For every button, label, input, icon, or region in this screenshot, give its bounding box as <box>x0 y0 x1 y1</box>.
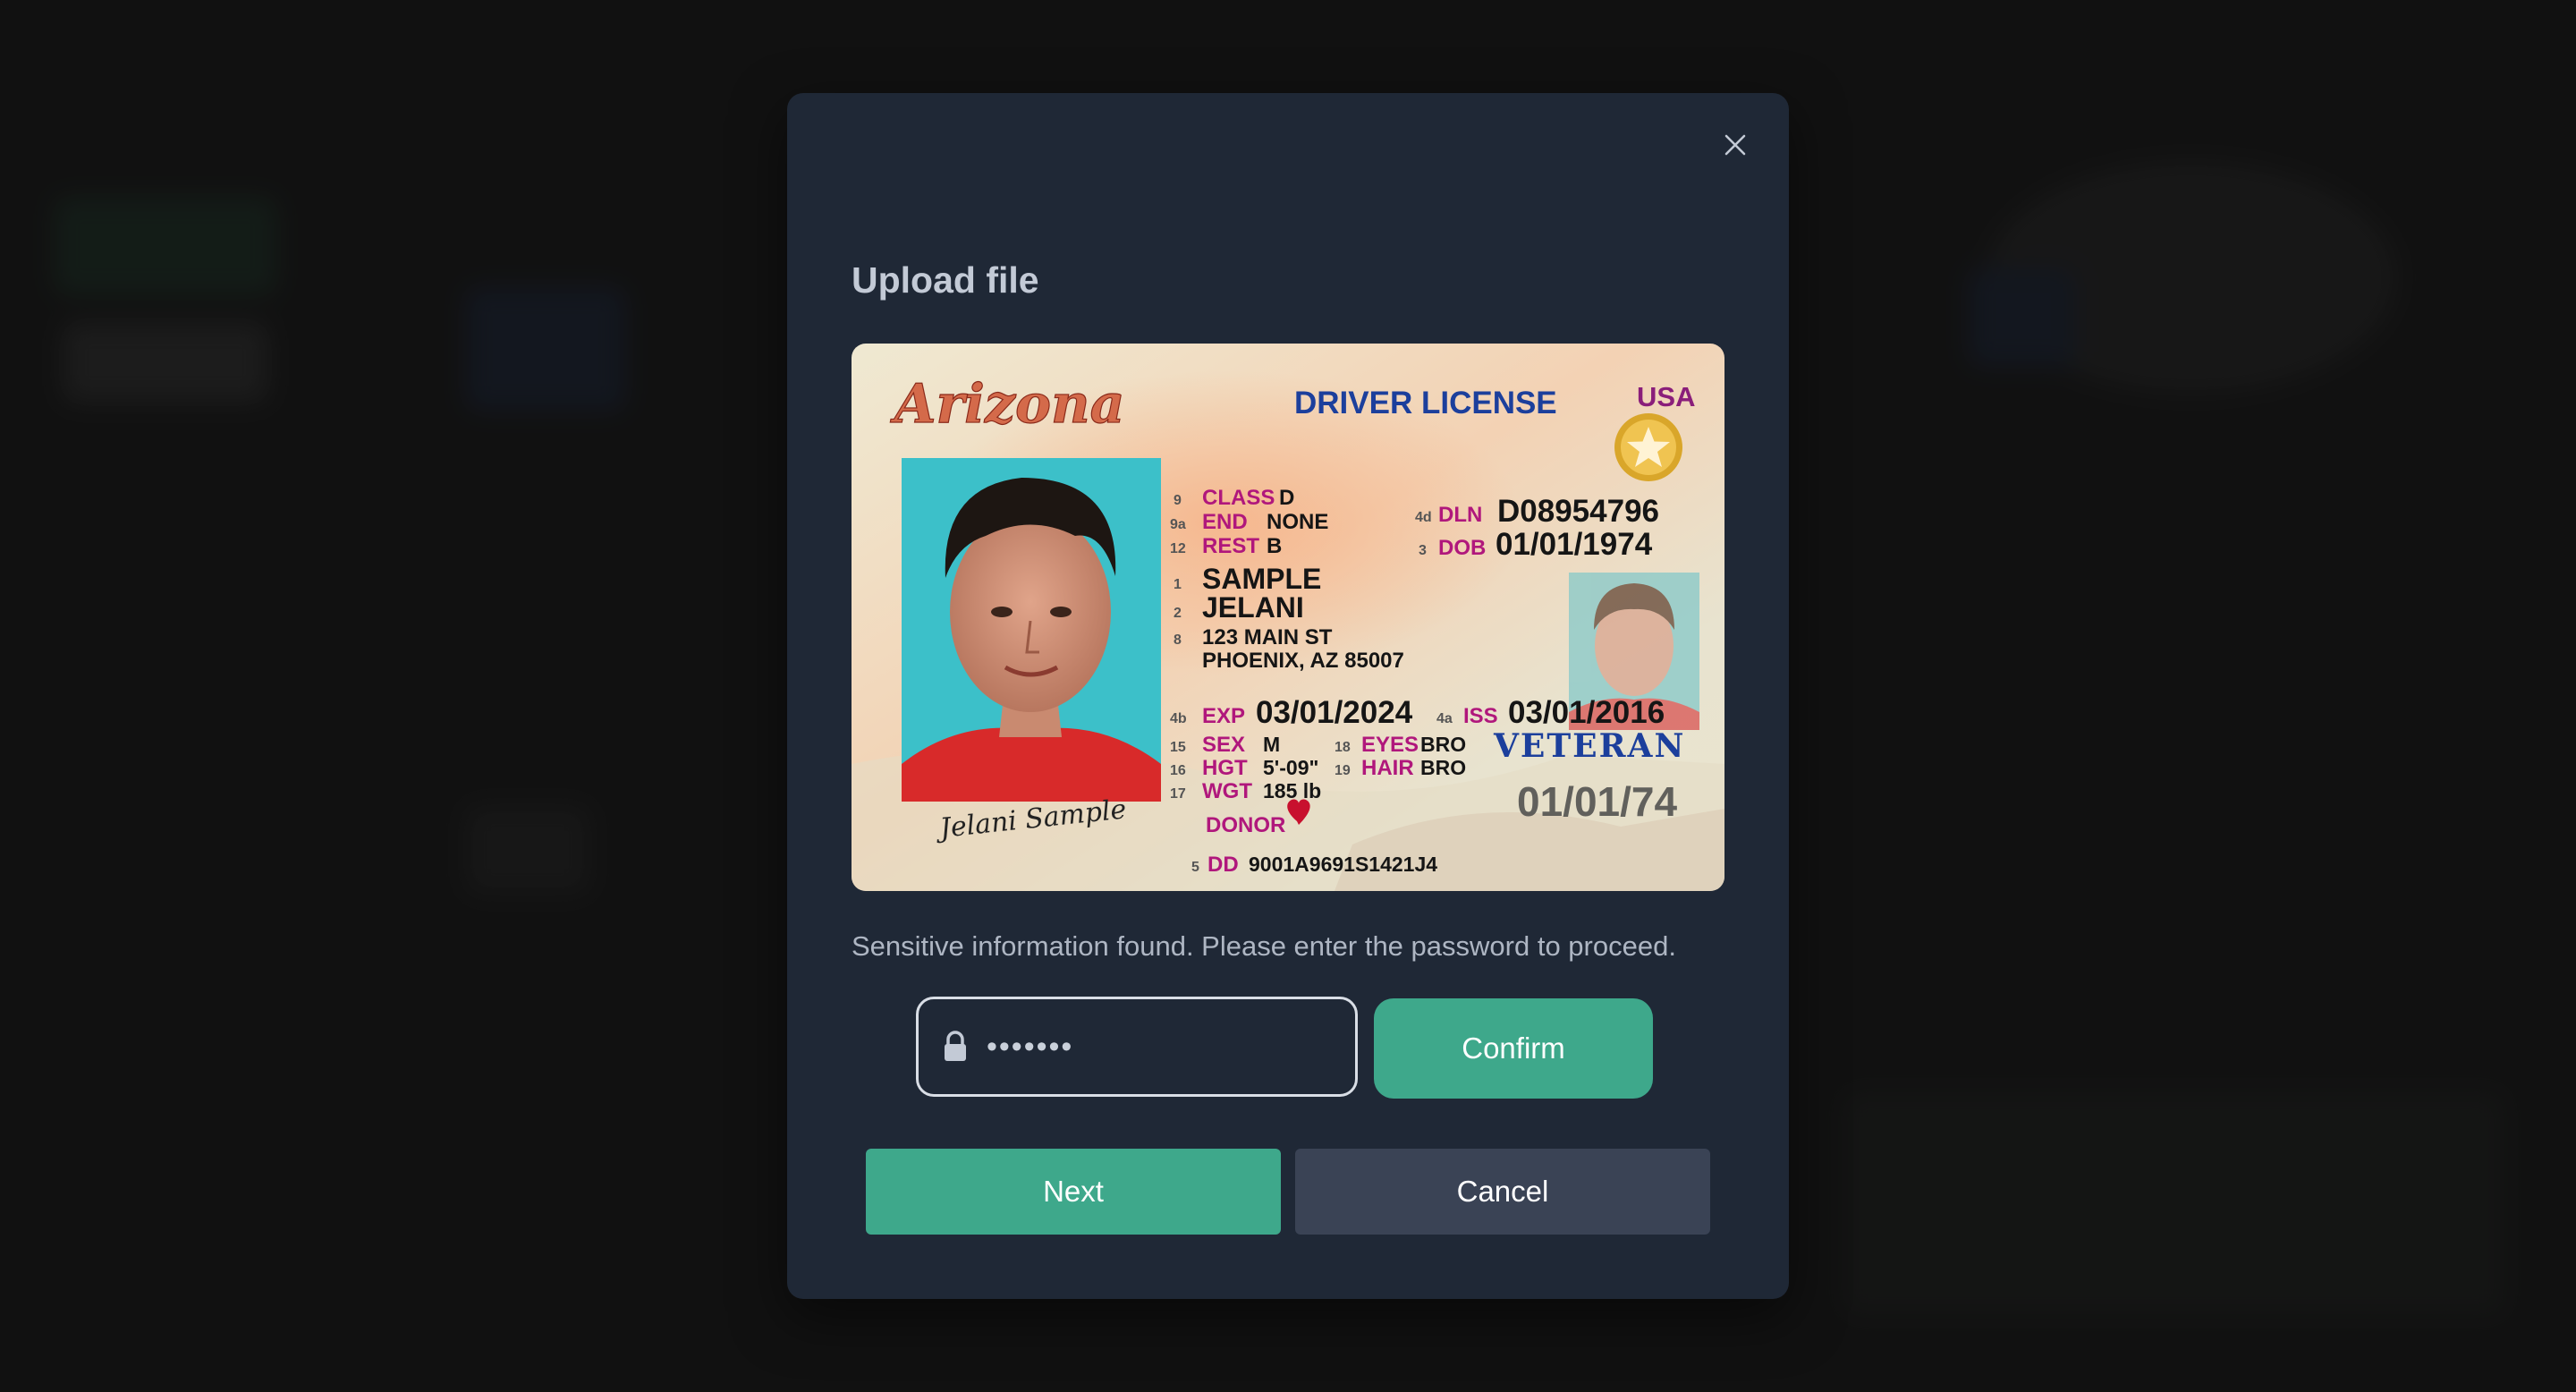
end-label: END <box>1202 510 1248 534</box>
hair-value: BRO <box>1420 756 1466 779</box>
eyes-label: EYES <box>1361 733 1419 757</box>
confirm-button[interactable]: Confirm <box>1374 998 1653 1099</box>
class-value: D <box>1279 486 1294 510</box>
first-name: JELANI <box>1202 591 1304 624</box>
gold-star-seal-icon <box>1614 413 1682 481</box>
class-label: CLASS <box>1202 486 1275 510</box>
exp-value: 03/01/2024 <box>1256 695 1413 730</box>
field-num: 4b <box>1170 711 1187 726</box>
field-num: 15 <box>1170 740 1186 755</box>
hgt-label: HGT <box>1202 756 1248 780</box>
sensitive-info-message: Sensitive information found. Please ente… <box>852 930 1676 962</box>
field-num: 18 <box>1335 740 1351 755</box>
wgt-value: 185 lb <box>1263 779 1321 802</box>
dob-ghost-text: 01/01/74 <box>1517 778 1677 825</box>
address-line-1: 123 MAIN ST <box>1202 625 1333 649</box>
address-line-2: PHOENIX, AZ 85007 <box>1202 649 1404 673</box>
iss-label: ISS <box>1463 704 1498 728</box>
license-country: USA <box>1637 381 1695 412</box>
next-button[interactable]: Next <box>866 1149 1281 1235</box>
field-num: 4a <box>1436 711 1453 726</box>
license-photo <box>902 458 1161 802</box>
dd-label: DD <box>1208 853 1239 877</box>
close-icon <box>1724 134 1746 156</box>
uploaded-license-image: Arizona DRIVER LICENSE USA 9 CLASS D 9a … <box>852 344 1724 891</box>
dob-label: DOB <box>1438 536 1486 560</box>
field-num: 19 <box>1335 763 1351 778</box>
donor-label: DONOR <box>1206 813 1285 837</box>
cancel-button[interactable]: Cancel <box>1295 1149 1710 1235</box>
field-num: 9 <box>1174 493 1182 508</box>
field-num: 12 <box>1170 541 1186 556</box>
password-input[interactable] <box>985 1028 1328 1065</box>
password-row: Confirm <box>916 997 1660 1100</box>
lock-icon <box>945 1031 966 1061</box>
end-value: NONE <box>1267 510 1328 534</box>
hgt-value: 5'-09" <box>1263 756 1318 779</box>
dd-value: 9001A9691S1421J4 <box>1249 853 1437 876</box>
hair-label: HAIR <box>1361 756 1414 780</box>
last-name: SAMPLE <box>1202 563 1321 595</box>
field-num: 1 <box>1174 577 1182 592</box>
password-field[interactable] <box>916 997 1358 1097</box>
field-num: 17 <box>1170 786 1186 802</box>
field-num: 3 <box>1419 543 1427 558</box>
field-num: 4d <box>1415 510 1432 525</box>
dialog-title: Upload file <box>852 259 1039 301</box>
rest-value: B <box>1267 534 1282 558</box>
dob-value: 01/01/1974 <box>1496 527 1653 562</box>
veteran-label: VETERAN <box>1493 727 1685 765</box>
field-num: 2 <box>1174 606 1182 621</box>
sex-value: M <box>1263 733 1280 756</box>
exp-label: EXP <box>1202 704 1245 728</box>
eyes-value: BRO <box>1420 733 1466 756</box>
field-num: 8 <box>1174 632 1182 648</box>
iss-value: 03/01/2016 <box>1508 695 1665 730</box>
dln-value: D08954796 <box>1497 494 1659 529</box>
license-state: Arizona <box>890 373 1125 436</box>
dln-label: DLN <box>1438 503 1482 527</box>
close-button[interactable] <box>1714 123 1757 166</box>
sex-label: SEX <box>1202 733 1245 757</box>
field-num: 16 <box>1170 763 1186 778</box>
field-num: 5 <box>1191 860 1199 875</box>
rest-label: REST <box>1202 534 1259 558</box>
upload-file-dialog: Upload file Arizona DRIVER LICENSE USA 9… <box>787 93 1789 1299</box>
field-num: 9a <box>1170 517 1186 532</box>
license-doc-type: DRIVER LICENSE <box>1294 386 1557 420</box>
wgt-label: WGT <box>1202 779 1252 803</box>
